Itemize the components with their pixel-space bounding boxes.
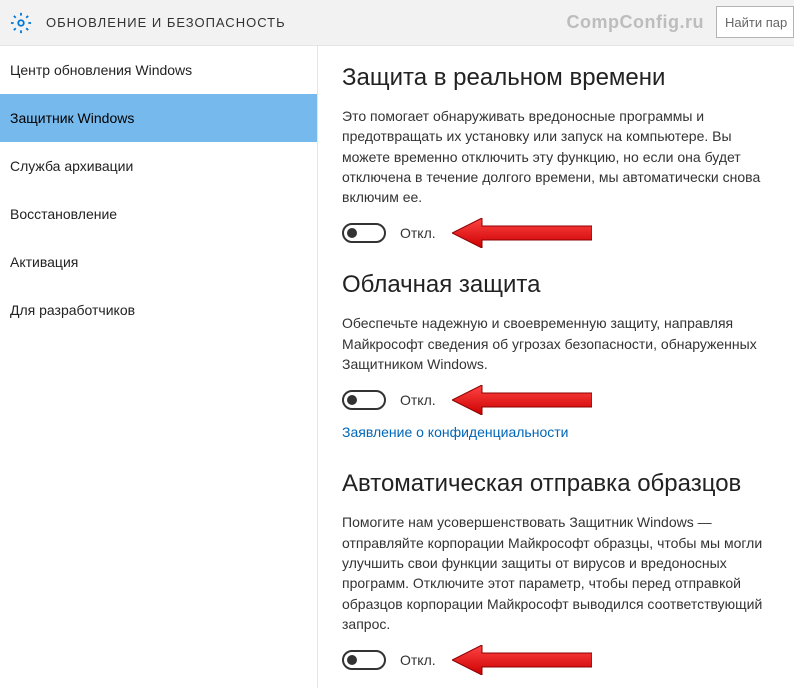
arrow-icon <box>452 385 592 415</box>
section-realtime-desc: Это помогает обнаруживать вредоносные пр… <box>342 106 770 207</box>
sidebar: Центр обновления Windows Защитник Window… <box>0 46 318 688</box>
search-input[interactable]: Найти пар <box>716 6 794 38</box>
toggle-row-samples: Откл. <box>342 650 770 670</box>
toggle-row-realtime: Откл. <box>342 223 770 243</box>
sidebar-item-defender[interactable]: Защитник Windows <box>0 94 317 142</box>
section-cloud: Облачная защита Обеспечьте надежную и св… <box>342 271 770 442</box>
arrow-icon <box>452 645 592 675</box>
toggle-realtime[interactable] <box>342 223 386 243</box>
toggle-knob <box>347 395 357 405</box>
toggle-samples-label: Откл. <box>400 652 436 668</box>
sidebar-item-recovery[interactable]: Восстановление <box>0 190 317 238</box>
section-realtime: Защита в реальном времени Это помогает о… <box>342 64 770 243</box>
header-title: ОБНОВЛЕНИЕ И БЕЗОПАСНОСТЬ <box>46 15 286 30</box>
watermark: CompConfig.ru <box>567 12 704 33</box>
sidebar-item-update[interactable]: Центр обновления Windows <box>0 46 317 94</box>
toggle-samples[interactable] <box>342 650 386 670</box>
section-realtime-title: Защита в реальном времени <box>342 64 770 92</box>
sidebar-item-developers[interactable]: Для разработчиков <box>0 286 317 334</box>
privacy-link[interactable]: Заявление о конфиденциальности <box>342 424 568 440</box>
toggle-realtime-label: Откл. <box>400 225 436 241</box>
toggle-knob <box>347 655 357 665</box>
section-samples-title: Автоматическая отправка образцов <box>342 470 770 498</box>
section-samples: Автоматическая отправка образцов Помогит… <box>342 470 770 670</box>
gear-icon <box>10 12 32 34</box>
toggle-cloud[interactable] <box>342 390 386 410</box>
sidebar-item-activation[interactable]: Активация <box>0 238 317 286</box>
sidebar-item-backup[interactable]: Служба архивации <box>0 142 317 190</box>
section-cloud-title: Облачная защита <box>342 271 770 299</box>
header: ОБНОВЛЕНИЕ И БЕЗОПАСНОСТЬ CompConfig.ru … <box>0 0 794 46</box>
toggle-cloud-label: Откл. <box>400 392 436 408</box>
main-panel: Защита в реальном времени Это помогает о… <box>318 46 794 688</box>
section-samples-desc: Помогите нам усовершенствовать Защитник … <box>342 512 770 634</box>
content: Центр обновления Windows Защитник Window… <box>0 46 794 688</box>
section-cloud-desc: Обеспечьте надежную и своевременную защи… <box>342 313 770 374</box>
toggle-row-cloud: Откл. <box>342 390 770 410</box>
arrow-icon <box>452 218 592 248</box>
toggle-knob <box>347 228 357 238</box>
